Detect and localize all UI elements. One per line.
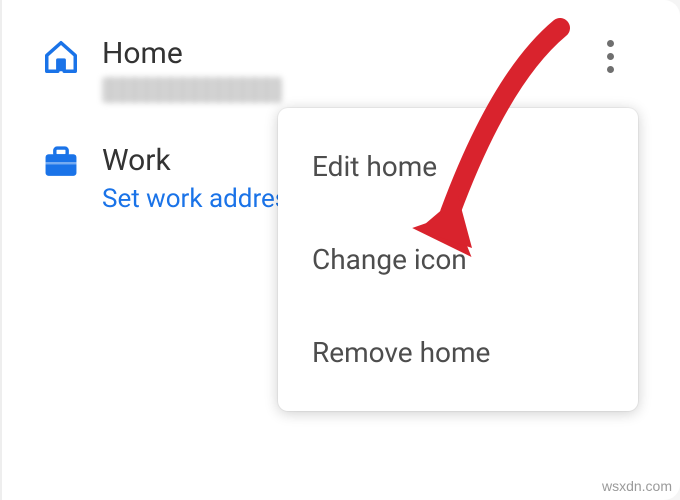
menu-item-remove-home[interactable]: Remove home (278, 306, 638, 399)
more-options-button[interactable] (590, 36, 630, 76)
menu-item-change-icon[interactable]: Change icon (278, 213, 638, 306)
watermark: wsxdn.com (602, 478, 672, 494)
place-title-home: Home (102, 36, 640, 71)
place-subtitle-home-redacted (102, 77, 282, 103)
menu-item-edit-home[interactable]: Edit home (278, 120, 638, 213)
briefcase-icon (42, 141, 102, 179)
context-menu: Edit home Change icon Remove home (278, 108, 638, 411)
home-icon (42, 34, 102, 76)
